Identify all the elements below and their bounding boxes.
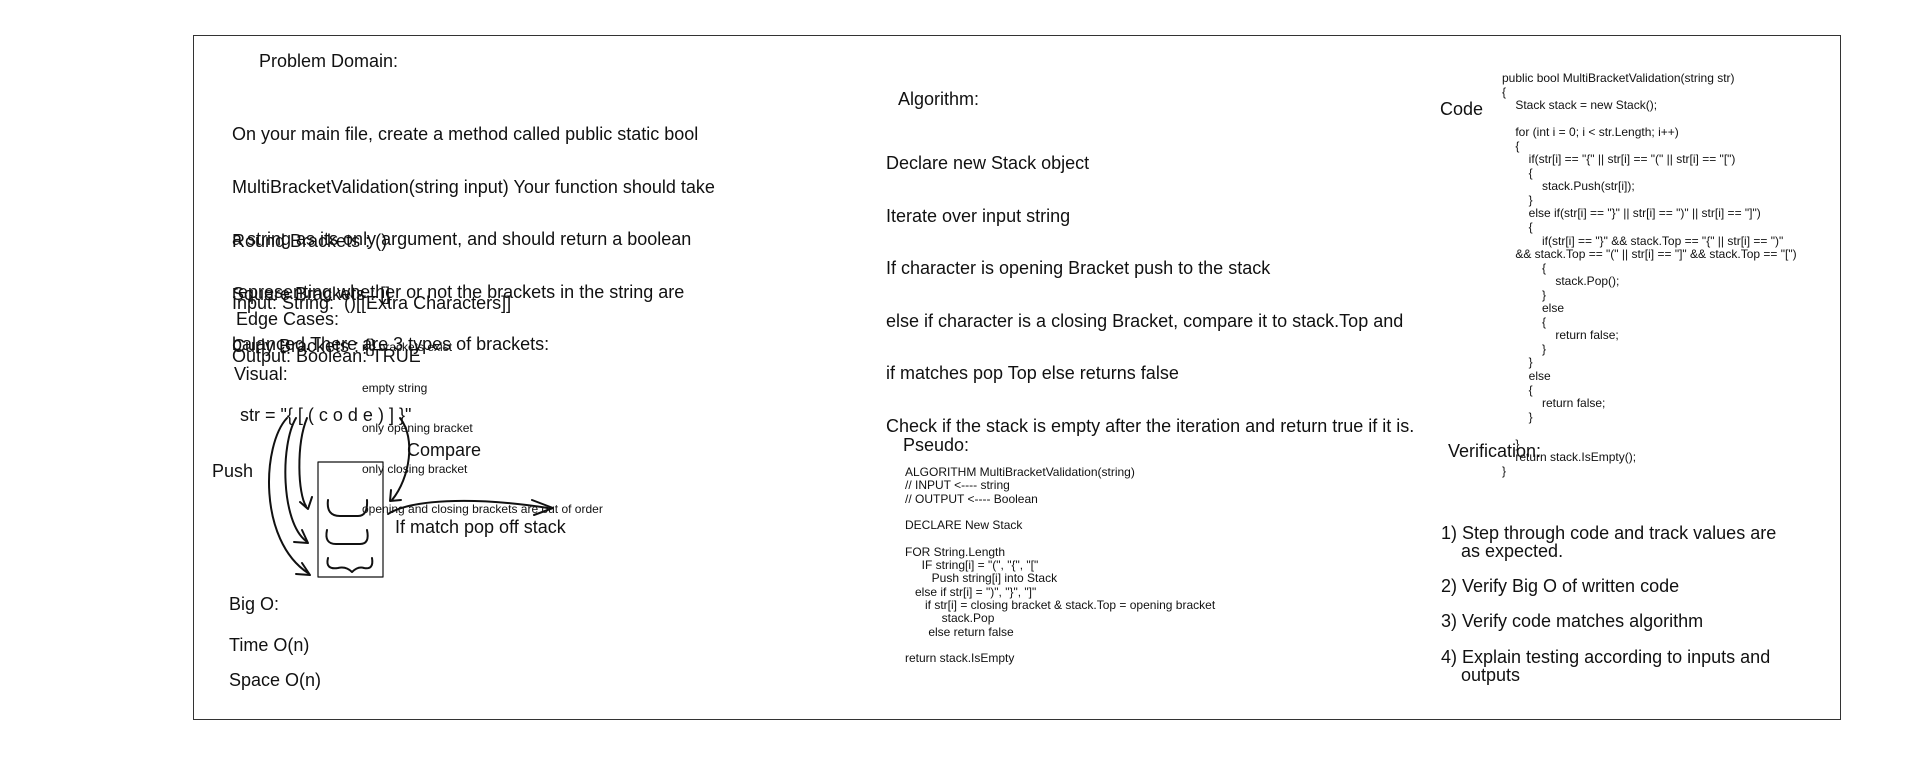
code-line: ALGORITHM MultiBracketValidation(string) [905,465,1135,479]
code-line: else if(str[i] == "}" || str[i] == ")" |… [1502,206,1761,221]
code-line: return stack.IsEmpty(); [1502,450,1637,465]
code-line: stack.Pop(); [1502,274,1620,289]
verification-item: 3) Verify code matches algorithm [1441,611,1704,631]
code-line: public bool MultiBracketValidation(strin… [1502,71,1735,85]
stack-item-bracket [325,529,369,545]
code-line: } [1502,341,1547,356]
code-line: Stack stack = new Stack(); [1502,98,1658,113]
code-line: if(str[i] == "}" && stack.Top == "{" || … [1502,233,1784,248]
stack-item-bracket [326,499,369,517]
algorithm-steps: Declare new Stack object Iterate over in… [886,120,1414,453]
code-line: if str[i] = closing bracket & stack.Top … [905,597,1216,612]
code-line: stack.Pop [905,611,995,626]
code-line: return stack.IsEmpty [905,651,1015,666]
bigo-heading: Big O: [229,594,280,614]
space-complexity: Space O(n) [229,670,322,690]
code-line: } [1502,192,1533,207]
pop-arrow [387,499,549,515]
code-line: else if str[i] = ")", "}", "]" [905,584,1037,599]
code-line: return false; [1502,328,1619,343]
code-line: { [1502,314,1547,329]
code-line: } [1502,463,1507,478]
algorithm-heading: Algorithm: [898,89,980,109]
code-line: } [1502,287,1547,302]
code-line: { [1502,220,1533,235]
verification-item: 2) Verify Big O of written code [1441,576,1680,596]
code-line: // INPUT <---- string [905,478,1010,493]
code-line: { [1502,165,1533,180]
code-line: return false; [1502,396,1606,411]
code-line: else return false [905,624,1014,639]
algorithm-step: if matches pop Top else returns false [886,363,1179,383]
code-line: { [1502,138,1520,153]
code-line: for (int i = 0; i < str.Length; i++) [1502,125,1679,140]
code-line: if(str[i] == "{" || str[i] == "(" || str… [1502,152,1736,167]
time-complexity: Time O(n) [229,635,310,655]
code-line: } [1502,436,1520,451]
code-line: else [1502,301,1565,316]
code-line: } [1502,355,1533,370]
code-line: { [1502,84,1507,99]
verification-item: 4) Explain testing according to inputs a… [1441,647,1771,685]
verification-item: 1) Step through code and track values ar… [1441,523,1777,561]
push-arrow-square [284,417,307,542]
pseudo-heading: Pseudo: [903,435,970,455]
pseudo-code: ALGORITHM MultiBracketValidation(string)… [905,465,1216,666]
code-line: { [1502,382,1533,397]
algorithm-step: Check if the stack is empty after the it… [886,415,1415,436]
algorithm-step: If character is opening Bracket push to … [886,258,1271,278]
code-line: Push string[i] into Stack [905,571,1058,586]
code-line: && stack.Top == "(" || str[i] == "]" && … [1502,247,1797,262]
code-line: { [1502,260,1547,275]
code-line: FOR String.Length [905,544,1006,559]
algorithm-step: Iterate over input string [886,205,1071,226]
code-line: // OUTPUT <---- Boolean [905,491,1038,506]
compare-arrow [391,417,411,501]
code-heading: Code [1440,99,1484,119]
code-line: DECLARE New Stack [905,518,1023,533]
code-line: } [1502,409,1533,424]
stack-item-bracket [326,557,374,573]
code-line: IF string[i] = "(", "{", "[" [905,558,1039,573]
algorithm-step: else if character is a closing Bracket, … [886,310,1404,331]
algorithm-step: Declare new Stack object [886,153,1090,173]
code-line: else [1502,369,1551,384]
code-listing: public bool MultiBracketValidation(strin… [1502,71,1797,478]
verification-heading: Verification: [1448,441,1542,461]
code-line: stack.Push(str[i]); [1502,179,1635,194]
push-arrow-round [298,417,308,507]
